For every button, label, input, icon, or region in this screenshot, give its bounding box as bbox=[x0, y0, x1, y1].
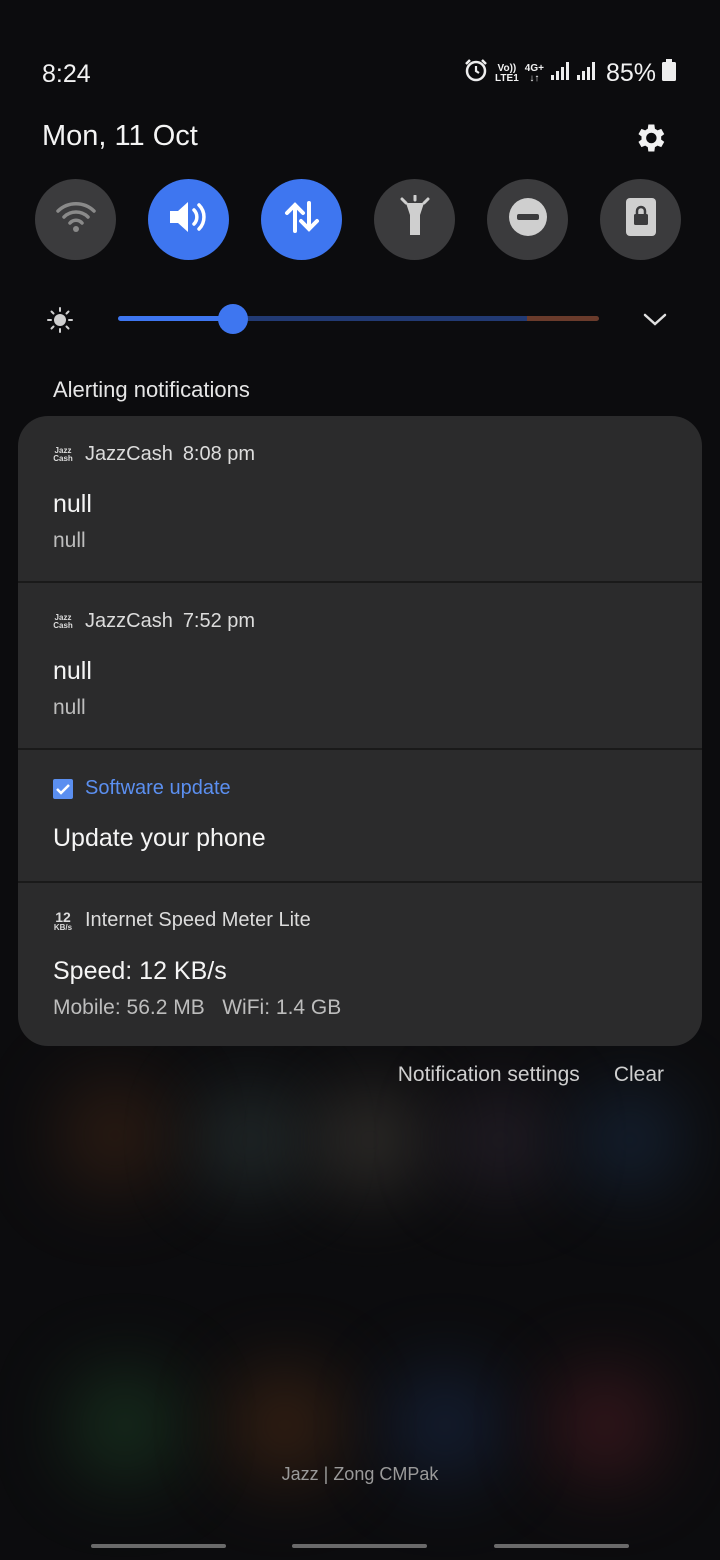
notification-header: 12 KB/s Internet Speed Meter Lite bbox=[51, 909, 311, 932]
checkbox-icon bbox=[51, 778, 75, 800]
notification-header: Jazz Cash JazzCash 7:52 pm bbox=[51, 610, 255, 633]
gear-icon[interactable] bbox=[632, 120, 668, 156]
app-name: Software update bbox=[85, 777, 231, 799]
speed-icon-value: 12 bbox=[55, 908, 71, 925]
jazzcash-icon: Jazz Cash bbox=[51, 444, 75, 466]
notification-header: Software update bbox=[51, 777, 231, 800]
background-blur bbox=[200, 1090, 300, 1190]
4g-plus-icon: 4G+ ↓↑ bbox=[524, 62, 544, 84]
notification-time: 8:08 pm bbox=[182, 443, 256, 465]
volte-label: Vo)) bbox=[497, 62, 517, 74]
speed-meter-icon: 12 KB/s bbox=[51, 910, 75, 932]
nav-handle-left[interactable] bbox=[91, 1544, 226, 1548]
notification-software-update[interactable]: Software update Update your phone bbox=[18, 750, 702, 883]
chevron-down-icon[interactable] bbox=[642, 308, 668, 335]
wifi-icon bbox=[54, 199, 98, 240]
alarm-icon bbox=[463, 58, 489, 89]
data-arrows-icon bbox=[281, 197, 323, 242]
nav-handle-center[interactable] bbox=[292, 1544, 427, 1548]
signal-sim1-icon bbox=[550, 59, 570, 88]
clock: 8:24 bbox=[42, 60, 91, 88]
background-blur bbox=[580, 1090, 680, 1190]
section-label: Alerting notifications bbox=[53, 377, 250, 402]
notification-title: Update your phone bbox=[53, 824, 266, 852]
brightness-slider[interactable] bbox=[118, 316, 599, 321]
flashlight-icon bbox=[398, 194, 432, 244]
jazzcash-icon-text-bottom: Cash bbox=[53, 620, 73, 630]
notification-actions: Notification settings Clear bbox=[398, 1063, 664, 1087]
nav-handle-right[interactable] bbox=[494, 1544, 629, 1548]
quick-tile-wifi[interactable] bbox=[35, 179, 116, 260]
notification-jazzcash-2[interactable]: Jazz Cash JazzCash 7:52 pm null null bbox=[18, 583, 702, 750]
speed-icon-unit: KB/s bbox=[53, 922, 73, 932]
status-icons: Vo)) LTE1 4G+ ↓↑ 85% bbox=[463, 58, 676, 89]
notification-speed-meter[interactable]: 12 KB/s Internet Speed Meter Lite Speed:… bbox=[18, 883, 702, 1046]
data-activity-arrows: ↓↑ bbox=[529, 72, 540, 84]
notification-settings-button[interactable]: Notification settings bbox=[398, 1063, 580, 1087]
quick-tile-flashlight[interactable] bbox=[374, 179, 455, 260]
signal-sim2-icon bbox=[576, 59, 596, 88]
lte-label: LTE1 bbox=[495, 72, 519, 84]
background-blur bbox=[450, 1090, 550, 1190]
notification-time: 7:52 pm bbox=[182, 610, 256, 632]
quick-tile-sound[interactable] bbox=[148, 179, 229, 260]
rotation-lock-icon bbox=[624, 196, 658, 243]
volte-icon: Vo)) LTE1 bbox=[495, 62, 519, 84]
sun-icon bbox=[46, 306, 74, 339]
notification-body: null bbox=[53, 696, 86, 719]
notification-jazzcash-1[interactable]: Jazz Cash JazzCash 8:08 pm null null bbox=[18, 416, 702, 583]
brightness-control bbox=[44, 300, 684, 340]
background-blur bbox=[60, 1080, 170, 1190]
notification-body: null bbox=[53, 529, 86, 552]
app-name: JazzCash bbox=[85, 610, 173, 632]
notification-title: null bbox=[53, 490, 92, 518]
app-name: JazzCash bbox=[85, 443, 173, 465]
quick-tile-do-not-disturb[interactable] bbox=[487, 179, 568, 260]
notification-header: Jazz Cash JazzCash 8:08 pm bbox=[51, 443, 255, 466]
date-label: Mon, 11 Oct bbox=[42, 120, 198, 152]
status-bar: 8:24 Vo)) LTE1 4G+ ↓↑ 85% bbox=[0, 52, 720, 96]
battery-icon bbox=[662, 59, 676, 88]
volume-icon bbox=[166, 197, 212, 242]
jazzcash-icon-text-bottom: Cash bbox=[53, 453, 73, 463]
brightness-slider-thumb[interactable] bbox=[218, 304, 249, 334]
network-type-label: 4G+ bbox=[524, 62, 544, 74]
quick-settings-row bbox=[35, 179, 685, 261]
notification-body: Mobile: 56.2 MB WiFi: 1.4 GB bbox=[53, 996, 342, 1019]
notification-panel: Jazz Cash JazzCash 8:08 pm null null Jaz… bbox=[18, 416, 702, 1046]
notification-title: null bbox=[53, 657, 92, 685]
dnd-icon bbox=[507, 196, 549, 243]
battery-percent: 85% bbox=[605, 59, 656, 87]
app-name: Internet Speed Meter Lite bbox=[85, 909, 311, 931]
quick-tile-portrait-lock[interactable] bbox=[600, 179, 681, 260]
notification-title: Speed: 12 KB/s bbox=[53, 957, 227, 985]
background-blur bbox=[320, 1090, 420, 1190]
jazzcash-icon: Jazz Cash bbox=[51, 611, 75, 633]
quick-tile-mobile-data[interactable] bbox=[261, 179, 342, 260]
carrier-label: Jazz | Zong CMPak bbox=[281, 1464, 439, 1484]
clear-button[interactable]: Clear bbox=[614, 1063, 664, 1087]
